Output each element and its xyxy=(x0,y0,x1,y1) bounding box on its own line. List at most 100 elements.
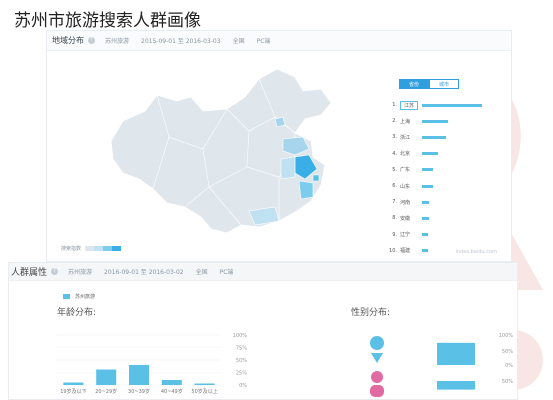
ranking-bar xyxy=(422,200,430,204)
gender-bar-female[interactable] xyxy=(437,381,475,390)
province-anhui[interactable] xyxy=(280,156,296,180)
crowd-attributes-panel: 人群属性 ? 苏州旅游 2016-09-01 至 2016-03-02 全国 P… xyxy=(8,262,518,400)
ranking-region-name: 河南 xyxy=(400,199,411,206)
ranking-bar xyxy=(422,119,449,123)
gender-y-tick: 50% xyxy=(502,379,513,385)
ranking-number: 8. xyxy=(392,215,397,222)
ranking-bar xyxy=(422,184,433,188)
question-icon[interactable]: ? xyxy=(51,268,59,275)
crowd-panel-title: 人群属性 xyxy=(11,268,48,278)
keyword-label: 苏州旅游 xyxy=(105,38,130,45)
ranking-region-name: 辽宁 xyxy=(400,232,411,239)
ranking-number: 4. xyxy=(392,150,397,157)
female-icon xyxy=(370,371,384,397)
age-y-tick: 0% xyxy=(239,383,247,389)
age-bar[interactable] xyxy=(194,383,215,386)
ranking-region-name: 江苏 xyxy=(400,100,418,110)
age-x-tick: 30~39岁 xyxy=(128,388,150,395)
region-panel-header: 地域分布 ? 苏州旅游 2015-09-01 至 2016-03-03 全国 P… xyxy=(47,31,511,51)
ranking-row[interactable]: 6. 山东 xyxy=(385,178,503,194)
tab-province[interactable]: 省份 xyxy=(399,79,429,89)
ranking-row[interactable]: 3. 浙江 xyxy=(385,129,503,145)
china-heat-map[interactable] xyxy=(99,57,359,247)
ranking-number: 2. xyxy=(392,118,397,125)
age-bar[interactable] xyxy=(96,369,117,386)
gender-y-tick: 0% xyxy=(505,363,513,369)
region-panel-title: 地域分布 xyxy=(52,36,84,45)
gender-distribution-chart: 100% 50% 0% 50% xyxy=(370,333,514,397)
tab-city[interactable]: 城市 xyxy=(429,79,459,89)
region-distribution-panel: 地域分布 ? 苏州旅游 2015-09-01 至 2016-03-03 全国 P… xyxy=(46,30,512,262)
question-icon[interactable]: ? xyxy=(88,37,95,44)
gender-y-tick: 50% xyxy=(502,349,513,355)
ranking-region-name: 浙江 xyxy=(400,134,411,141)
age-y-tick: 50% xyxy=(236,358,247,364)
map-legend: 搜索指数 xyxy=(61,245,122,252)
keyword-label: 苏州旅游 xyxy=(68,269,93,276)
ranking-bar xyxy=(422,152,438,156)
ranking-row[interactable]: 5. 广东 xyxy=(385,162,503,178)
ranking-row[interactable]: 7. 河南 xyxy=(385,194,503,210)
ranking-number: 9. xyxy=(392,231,397,238)
age-distribution-chart: 100% 75% 50% 25% 0% 19岁及以下 20~29岁 30~39岁 40~49岁 5… xyxy=(57,333,248,395)
gender-bar-male[interactable] xyxy=(437,342,475,365)
province-city-toggle: 省份 城市 xyxy=(399,79,503,89)
region-label: 全国 xyxy=(232,38,245,45)
age-x-tick: 19岁及以下 xyxy=(60,388,86,395)
province-zhejiang[interactable] xyxy=(298,180,314,200)
region-label: 全国 xyxy=(195,269,208,276)
series-legend: 苏州旅游 xyxy=(63,293,95,300)
legend-swatch-3 xyxy=(103,246,113,251)
slide-title: 苏州市旅游搜索人群画像 xyxy=(14,11,201,31)
site-watermark: index.baidu.com xyxy=(455,249,497,255)
ranking-bar xyxy=(422,216,430,220)
ranking-number: 5. xyxy=(392,166,397,173)
age-x-tick: 40~49岁 xyxy=(161,388,183,395)
date-range-label: 2016-09-01 至 2016-03-02 xyxy=(104,269,184,276)
province-shanghai[interactable] xyxy=(312,174,320,182)
device-label: PC端 xyxy=(219,269,234,276)
crowd-panel-header: 人群属性 ? 苏州旅游 2016-09-01 至 2016-03-02 全国 P… xyxy=(9,263,517,281)
series-legend-label: 苏州旅游 xyxy=(75,294,96,300)
ranking-bar xyxy=(422,135,446,139)
ranking-region-name: 福建 xyxy=(400,248,411,255)
legend-swatch-1 xyxy=(85,246,95,251)
ranking-number: 1. xyxy=(392,102,397,109)
ranking-number: 7. xyxy=(392,199,397,206)
ranking-row[interactable]: 2. 上海 xyxy=(385,113,503,129)
male-icon xyxy=(370,336,384,363)
region-ranking: 省份 城市 1. 江苏 2. 上海 3. 浙江 4. 北京 5. 广东 6. 山东 7. 河南 8. 安徽 9.… xyxy=(385,79,503,259)
ranking-region-name: 安徽 xyxy=(400,215,411,222)
ranking-bar xyxy=(422,168,434,172)
age-x-tick: 50岁及以上 xyxy=(191,388,217,395)
age-y-tick: 25% xyxy=(236,371,247,377)
ranking-row[interactable]: 1. 江苏 xyxy=(385,97,503,113)
ranking-region-name: 上海 xyxy=(400,118,411,125)
province-beijing[interactable] xyxy=(274,116,286,128)
ranking-number: 6. xyxy=(392,183,397,190)
device-label: PC端 xyxy=(256,38,271,45)
ranking-row[interactable]: 4. 北京 xyxy=(385,146,503,162)
ranking-bar xyxy=(422,249,428,253)
age-x-tick: 20~29岁 xyxy=(95,388,117,395)
ranking-region-name: 山东 xyxy=(400,183,411,190)
ranking-number: 3. xyxy=(392,134,397,141)
ranking-number: 10. xyxy=(389,247,397,254)
ranking-region-name: 北京 xyxy=(400,151,411,158)
ranking-region-name: 广东 xyxy=(400,167,411,174)
ranking-bar xyxy=(422,103,482,107)
legend-swatch-4 xyxy=(112,246,122,251)
legend-swatch-2 xyxy=(94,246,104,251)
age-y-tick: 100% xyxy=(233,333,248,339)
age-bar[interactable] xyxy=(63,382,84,386)
ranking-row[interactable]: 8. 安徽 xyxy=(385,210,503,226)
age-y-tick: 75% xyxy=(236,346,247,352)
date-range-label: 2015-09-01 至 2016-03-03 xyxy=(141,38,221,45)
series-swatch xyxy=(63,294,70,299)
age-bar[interactable] xyxy=(129,365,149,385)
age-bar[interactable] xyxy=(161,380,182,385)
ranking-bar xyxy=(422,233,428,237)
map-legend-label: 搜索指数 xyxy=(61,246,82,252)
ranking-row[interactable]: 9. 辽宁 xyxy=(385,227,503,243)
gender-y-tick: 100% xyxy=(499,333,514,339)
